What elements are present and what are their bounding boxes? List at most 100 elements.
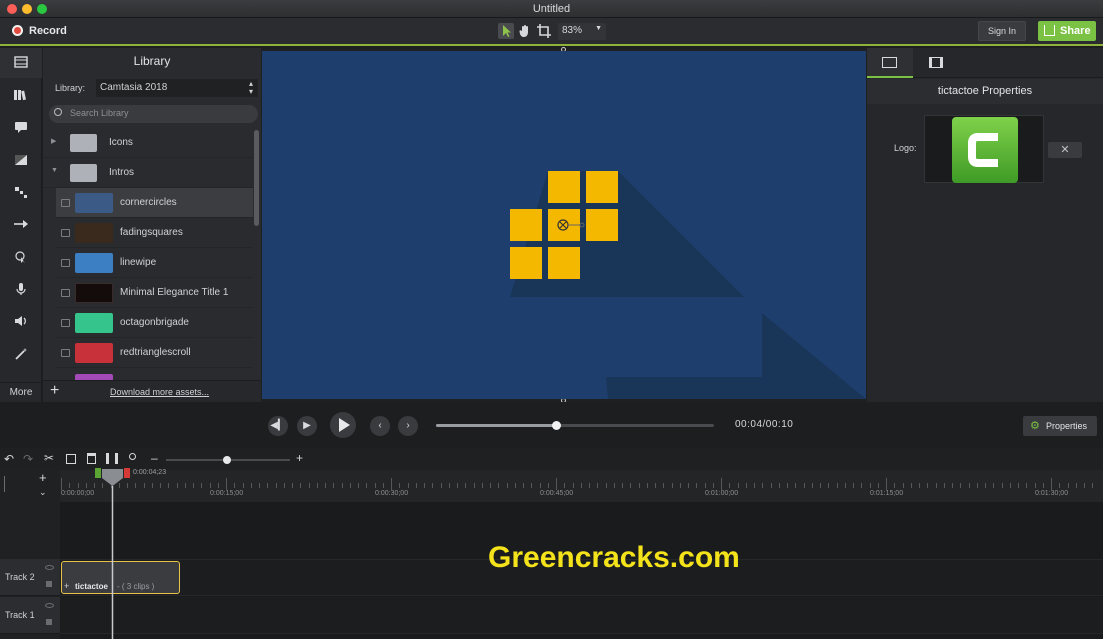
hand-tool-icon[interactable]: [517, 23, 533, 39]
transitions-icon[interactable]: [13, 154, 29, 168]
logo-image-well[interactable]: [924, 115, 1044, 183]
ruler-minor-tick: [1001, 483, 1003, 488]
zoom-plus-icon[interactable]: +: [296, 451, 303, 465]
undo-icon[interactable]: ↶: [4, 452, 14, 466]
record-button[interactable]: Record: [8, 21, 72, 41]
step-forward-icon[interactable]: ▶: [297, 416, 317, 436]
step-back-icon[interactable]: ◀▎: [268, 416, 288, 436]
ruler-minor-tick: [622, 483, 623, 488]
item-checkbox[interactable]: [61, 319, 70, 327]
library-item[interactable]: redtrianglescroll: [56, 338, 253, 368]
track-2-header[interactable]: Track 2: [0, 559, 60, 596]
timeline-ruler[interactable]: 0:00:00;00 0:00:15;00 0:00:30;00 0:00:45;00…: [60, 470, 1103, 502]
add-track-button[interactable]: +: [39, 470, 47, 485]
sign-in-button[interactable]: Sign In: [978, 21, 1026, 41]
ruler-minor-tick: [308, 483, 310, 488]
more-tabs-button[interactable]: More: [0, 382, 42, 402]
library-scrollbar[interactable]: [254, 130, 259, 226]
item-checkbox[interactable]: [61, 349, 70, 357]
visual-effects-icon[interactable]: [13, 347, 29, 361]
visual-properties-tab[interactable]: [867, 48, 913, 78]
remove-logo-button[interactable]: ✕: [1048, 142, 1082, 158]
expand-group-icon[interactable]: +: [64, 581, 69, 591]
library-item[interactable]: fadingsquares: [56, 218, 253, 248]
paste-icon[interactable]: [87, 453, 96, 464]
folder-icon: [70, 134, 97, 152]
add-asset-button[interactable]: +: [50, 382, 59, 400]
scrub-knob[interactable]: [551, 421, 561, 430]
logo-label: Logo:: [894, 143, 917, 153]
ruler-minor-tick: [424, 483, 425, 488]
library-folder-icons[interactable]: ▶ Icons: [43, 128, 253, 158]
ruler-minor-tick: [1026, 483, 1028, 488]
ruler-minor-tick: [1009, 483, 1011, 488]
scrub-track[interactable]: [436, 421, 714, 430]
play-button[interactable]: [330, 412, 356, 438]
preview-canvas[interactable]: [262, 51, 866, 399]
download-more-link[interactable]: Download more assets...: [110, 387, 209, 397]
lock-icon[interactable]: [46, 581, 52, 587]
ruler-minor-tick: [234, 483, 236, 488]
record-label: Record: [29, 25, 67, 37]
properties-button[interactable]: ⚙ Properties: [1023, 416, 1097, 436]
ruler-minor-tick: [787, 483, 788, 488]
zoom-window-button[interactable]: [37, 4, 47, 14]
cursor-effects-icon[interactable]: [13, 250, 29, 264]
split-icon[interactable]: [106, 453, 118, 464]
zoom-slider-knob[interactable]: [223, 456, 231, 464]
ruler-minor-tick: [448, 483, 450, 488]
library-search-box[interactable]: Search Library: [49, 105, 258, 123]
library-selector[interactable]: Camtasia 2018 ▴ ▾: [96, 79, 258, 97]
annotations-icon[interactable]: [13, 121, 29, 135]
ruler-minor-tick: [498, 483, 500, 488]
zoom-out-icon[interactable]: [129, 453, 136, 460]
minimize-window-button[interactable]: [22, 4, 32, 14]
animations-icon[interactable]: [13, 218, 29, 232]
ruler-minor-tick: [143, 483, 145, 488]
item-checkbox[interactable]: [61, 229, 70, 237]
library-item[interactable]: cornercircles: [56, 188, 253, 218]
share-button[interactable]: Share: [1038, 21, 1096, 41]
media-icon[interactable]: [13, 56, 29, 70]
ruler-minor-tick: [193, 483, 194, 488]
previous-marker-icon[interactable]: ‹: [370, 416, 390, 436]
ruler-minor-tick: [968, 483, 970, 488]
track-toggle-icon[interactable]: [4, 476, 10, 492]
close-window-button[interactable]: [7, 4, 17, 14]
library-item[interactable]: Minimal Elegance Title 1: [56, 278, 253, 308]
library-item[interactable]: linewipe: [56, 248, 253, 278]
library-icon[interactable]: [13, 89, 29, 103]
zoom-minus-icon[interactable]: –: [151, 451, 158, 465]
redo-icon[interactable]: ↷: [23, 452, 33, 466]
cut-icon[interactable]: ✂: [44, 451, 54, 465]
next-marker-icon[interactable]: ›: [398, 416, 418, 436]
library-item[interactable]: octagonbrigade: [56, 308, 253, 338]
lock-icon[interactable]: [46, 619, 52, 625]
ruler-minor-tick: [523, 483, 524, 488]
copy-icon[interactable]: [66, 454, 76, 464]
crop-tool-icon[interactable]: [536, 23, 552, 39]
voice-narration-icon[interactable]: [13, 282, 29, 296]
track-1-lane[interactable]: [60, 597, 1103, 634]
pointer-tool-icon[interactable]: [498, 23, 514, 39]
eye-icon[interactable]: [45, 565, 54, 570]
playhead[interactable]: 0:00:04;23: [95, 468, 166, 639]
ruler-minor-tick: [292, 483, 293, 488]
item-checkbox[interactable]: [61, 289, 70, 297]
item-checkbox[interactable]: [61, 259, 70, 267]
behaviors-icon[interactable]: [13, 186, 29, 200]
chevron-down-icon[interactable]: ⌄: [39, 487, 47, 498]
ruler-minor-tick: [547, 483, 549, 488]
library-folder-intros[interactable]: ▼ Intros: [43, 158, 253, 188]
ruler-minor-tick: [745, 483, 747, 488]
timeline-zoom-slider[interactable]: [166, 456, 290, 464]
ruler-minor-tick: [473, 483, 475, 488]
eye-icon[interactable]: [45, 603, 54, 608]
video-properties-tab[interactable]: [913, 48, 959, 78]
item-checkbox[interactable]: [61, 199, 70, 207]
audio-effects-icon[interactable]: [13, 315, 29, 329]
zoom-select[interactable]: 83% ▼: [558, 23, 606, 40]
track-1-header[interactable]: Track 1: [0, 597, 60, 634]
folder-icon: [70, 164, 97, 182]
ruler-minor-tick: [910, 483, 912, 488]
